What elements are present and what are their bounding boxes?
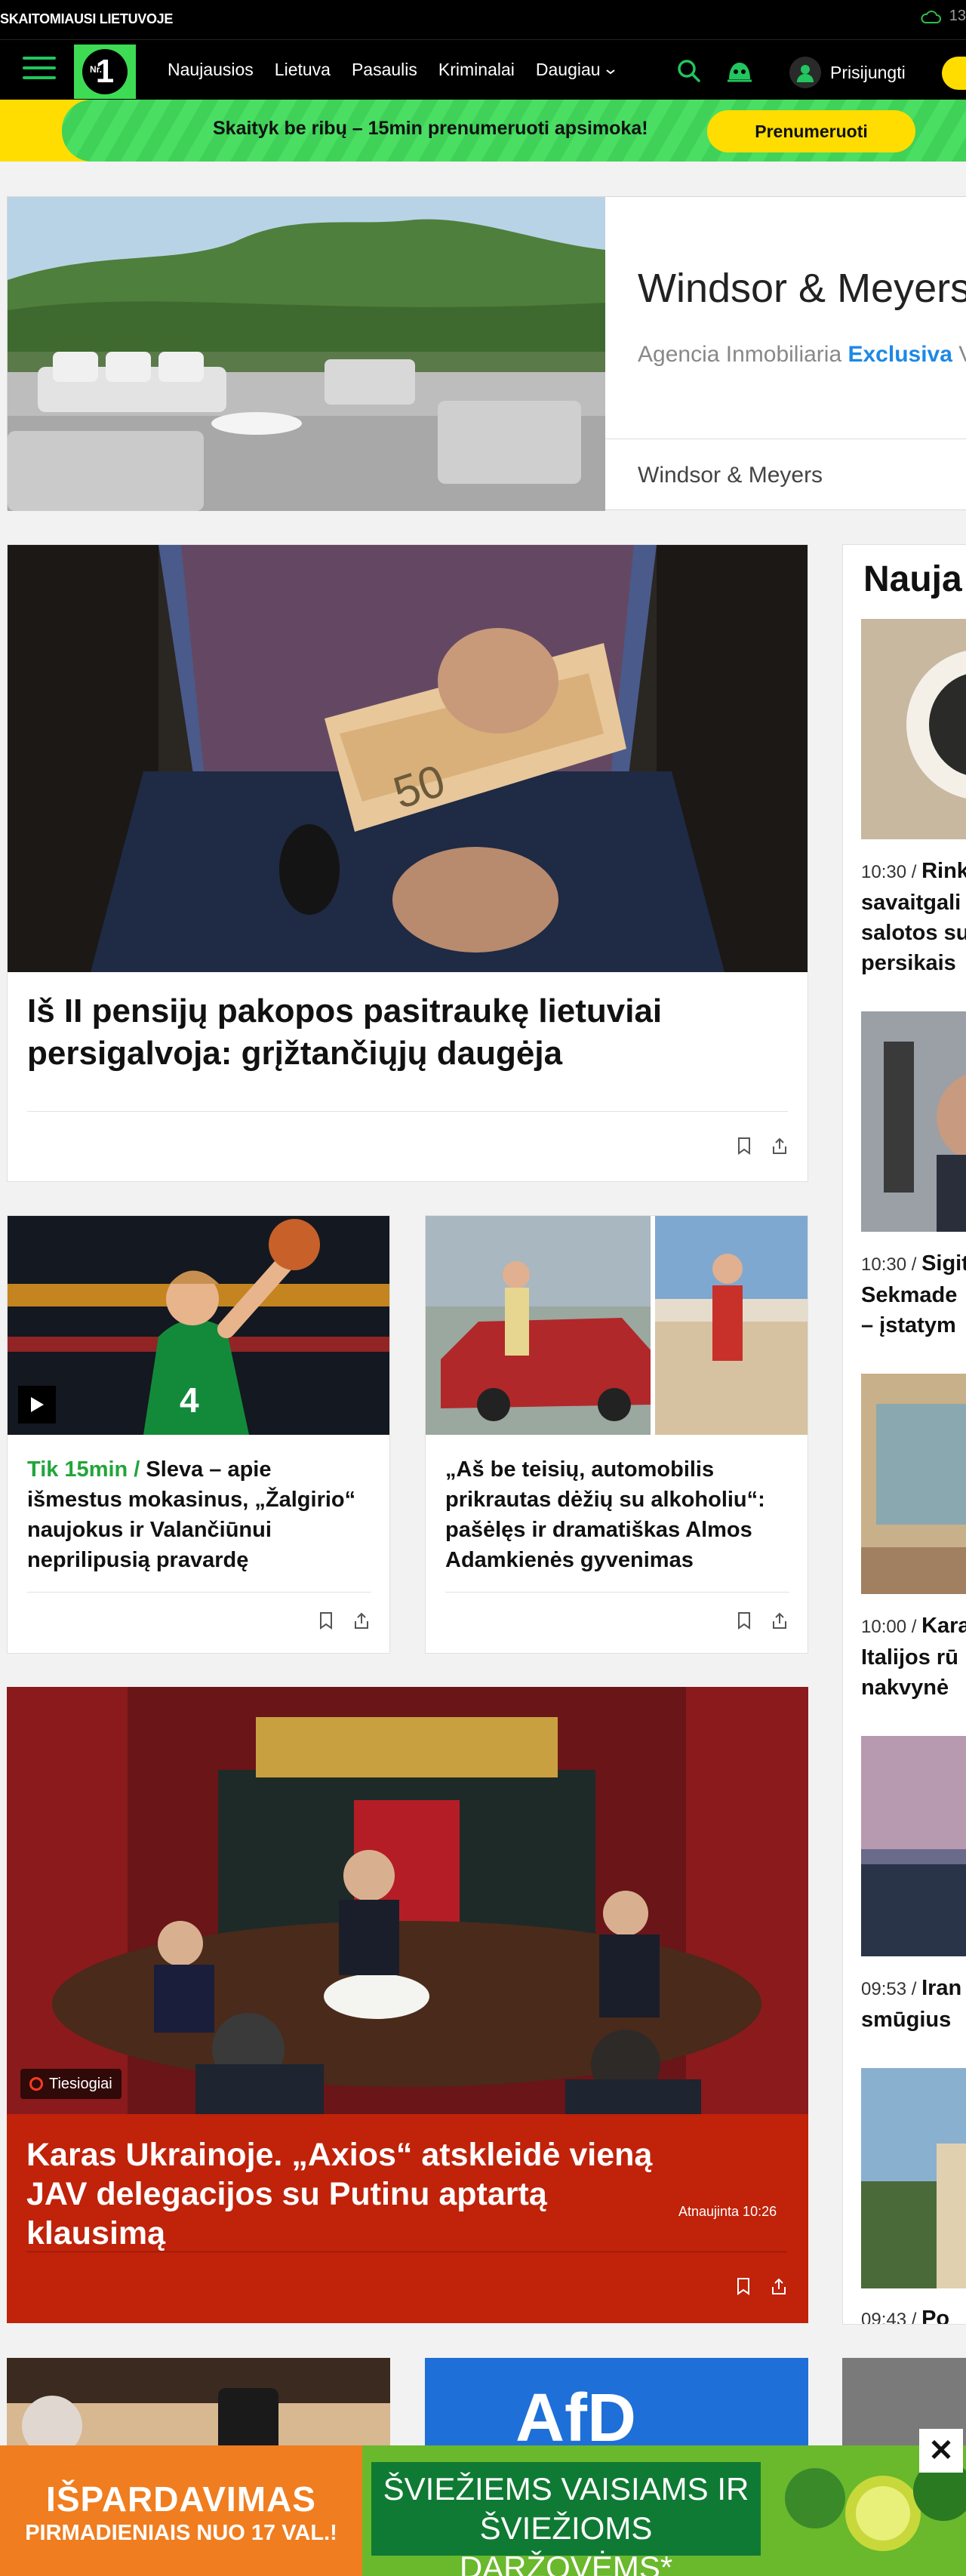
subscribe-pill[interactable] (942, 57, 966, 90)
produce-line-1: ŠVIEŽIEMS VAISIAMS IR (383, 2471, 749, 2507)
sidebar-item-time: 10:00 / (861, 1617, 922, 1637)
share-icon[interactable] (771, 2277, 787, 2295)
promo-text: Skaityk be ribų – 15min prenumeruoti aps… (213, 118, 648, 139)
hero-article-image: 50 (8, 545, 808, 972)
nav-link-lietuva[interactable]: Lietuva (275, 60, 331, 80)
fresh-produce-box: ŠVIEŽIEMS VAISIAMS IR ŠVIEŽIOMS DARŽOVĖM… (371, 2462, 761, 2576)
nav-link-pasaulis[interactable]: Pasaulis (352, 60, 417, 80)
sidebar-thumb-5[interactable] (861, 2068, 966, 2288)
article-actions (318, 1611, 370, 1630)
nav-link-kriminalai[interactable]: Kriminalai (438, 60, 515, 80)
article-title-adamkiene[interactable]: „Aš be teisių, automobilis prikrautas dė… (445, 1454, 789, 1575)
mascot-icon[interactable] (724, 57, 755, 84)
hero-article-divider (27, 1111, 788, 1112)
nav-link-daugiau[interactable]: Daugiau (536, 60, 616, 80)
hero-article-actions (737, 1137, 788, 1155)
nav-links: Naujausios Lietuva Pasaulis Kriminalai D… (168, 60, 616, 80)
real-estate-ad[interactable]: Windsor & Meyers Agencia Inmobiliaria Ex… (7, 196, 966, 511)
basketball-player-image: 4 (8, 1216, 389, 1435)
ad-subtitle: Agencia Inmobiliaria Exclusiva V (638, 342, 966, 368)
ad-subtitle-tail: V (952, 342, 966, 367)
sidebar-thumb-4[interactable] (861, 1736, 966, 1956)
site-logo[interactable]: Nr. 1 (74, 45, 136, 99)
latest-news-sidebar: Nauja 10:30 / Rink savaitgali salotos su… (842, 544, 966, 2325)
bookmark-icon[interactable] (318, 1611, 334, 1630)
sidebar-item-1[interactable]: 10:30 / Rink savaitgali salotos su persi… (861, 856, 966, 978)
main-navigation: Nr. 1 Naujausios Lietuva Pasaulis Krimina… (0, 39, 966, 100)
ad-footer: Windsor & Meyers (638, 463, 823, 488)
top-strip-label: SKAITOMIAUSI LIETUVOJE (0, 11, 174, 26)
supermarket-ad-banner[interactable]: IŠPARDAVIMAS PIRMADIENIAIS NUO 17 VAL.! … (0, 2429, 966, 2576)
live-dot-icon (29, 2077, 43, 2091)
bookmark-icon[interactable] (736, 2277, 751, 2295)
hero-article-title[interactable]: Iš II pensijų pakopos pasitraukę lietuvi… (27, 990, 767, 1075)
svg-text:4: 4 (180, 1380, 199, 1420)
sidebar-item-4[interactable]: 09:53 / Iran smūgius (861, 1973, 966, 2035)
bookmark-icon[interactable] (737, 1611, 752, 1630)
nav-link-daugiau-label: Daugiau (535, 60, 601, 79)
top-strip: SKAITOMIAUSI LIETUVOJE 13 (0, 0, 966, 39)
sidebar-item-time: 10:30 / (861, 862, 922, 882)
hero-article-card[interactable]: 50 Iš II pensijų pakopos pasitraukę liet… (7, 544, 808, 1182)
kremlin-meeting-image (7, 1687, 808, 2114)
article-card-sleva[interactable]: 4 Tik 15min / Sleva – apie išmestus moka… (7, 1215, 390, 1654)
ad-title: Windsor & Meyers (638, 266, 966, 311)
article-divider (445, 1592, 789, 1593)
ad-terrace-photo (8, 197, 605, 511)
live-badge: Tiesiogiai (20, 2069, 122, 2099)
live-article-actions (736, 2277, 787, 2295)
share-icon[interactable] (771, 1137, 788, 1155)
hamburger-menu-icon[interactable] (23, 57, 56, 84)
live-article-divider (26, 2251, 787, 2252)
sale-box: IŠPARDAVIMAS PIRMADIENIAIS NUO 17 VAL.! (0, 2445, 362, 2576)
svg-text:AfD: AfD (515, 2381, 636, 2456)
logo-nr-text: Nr. (90, 64, 103, 75)
close-ad-button[interactable]: ✕ (919, 2429, 963, 2473)
article-divider (27, 1592, 371, 1593)
article-actions (737, 1611, 788, 1630)
login-button[interactable]: Prisijungti (789, 57, 906, 88)
subscription-promo-banner: Skaityk be ribų – 15min prenumeruoti aps… (0, 100, 966, 162)
sidebar-thumb-2[interactable] (861, 1011, 966, 1232)
article-title-sleva[interactable]: Tik 15min / Sleva – apie išmestus mokasi… (27, 1454, 367, 1575)
bookmark-icon[interactable] (737, 1137, 752, 1155)
exclusive-prefix: Tik 15min / (27, 1457, 146, 1482)
sale-line-2: PIRMADIENIAIS NUO 17 VAL.! (25, 2521, 337, 2545)
user-avatar-icon (789, 57, 821, 88)
sidebar-item-5[interactable]: 09:43 / Po (861, 2304, 966, 2325)
play-video-icon[interactable] (18, 1386, 56, 1423)
adamkiene-collage-image (426, 1216, 808, 1435)
sidebar-item-text: Po (921, 2307, 950, 2325)
subscribe-button[interactable]: Prenumeruoti (707, 110, 915, 152)
sidebar-item-2[interactable]: 10:30 / Sigit Sekmade – įstatym (861, 1248, 966, 1340)
live-badge-label: Tiesiogiai (49, 2075, 112, 2092)
chevron-down-icon (606, 69, 615, 75)
updated-timestamp: Atnaujinta 10:26 (678, 2204, 777, 2219)
sidebar-thumb-1[interactable] (861, 619, 966, 839)
produce-line-2: ŠVIEŽIOMS DARŽOVĖMS* (459, 2510, 673, 2576)
article-card-adamkiene[interactable]: „Aš be teisių, automobilis prikrautas dė… (425, 1215, 808, 1654)
share-icon[interactable] (771, 1611, 788, 1630)
weather-cloud-icon (921, 10, 941, 23)
login-label: Prisijungti (830, 62, 906, 82)
live-article-title[interactable]: Karas Ukrainoje. „Axios“ atskleidė vieną… (26, 2135, 691, 2253)
ad-subtitle-highlight: Exclusiva (848, 342, 952, 367)
sidebar-heading: Nauja (863, 559, 962, 599)
sidebar-thumb-3[interactable] (861, 1374, 966, 1594)
live-article-card-ukraine[interactable]: Tiesiogiai Karas Ukrainoje. „Axios“ atsk… (7, 1687, 808, 2323)
share-icon[interactable] (353, 1611, 370, 1630)
search-icon[interactable] (676, 58, 702, 84)
weather-widget[interactable]: 13 (919, 8, 966, 25)
ad-subtitle-plain: Agencia Inmobiliaria (638, 342, 848, 367)
sidebar-item-time: 09:53 / (861, 1979, 922, 1999)
sidebar-item-time: 09:43 / (861, 2310, 922, 2325)
sidebar-item-time: 10:30 / (861, 1254, 922, 1275)
sale-line-1: IŠPARDAVIMAS (46, 2479, 316, 2519)
sidebar-item-3[interactable]: 10:00 / Kara Italijos rū nakvynė (861, 1611, 966, 1703)
weather-temperature: 13 (949, 8, 966, 24)
nav-link-naujausios[interactable]: Naujausios (168, 60, 254, 80)
